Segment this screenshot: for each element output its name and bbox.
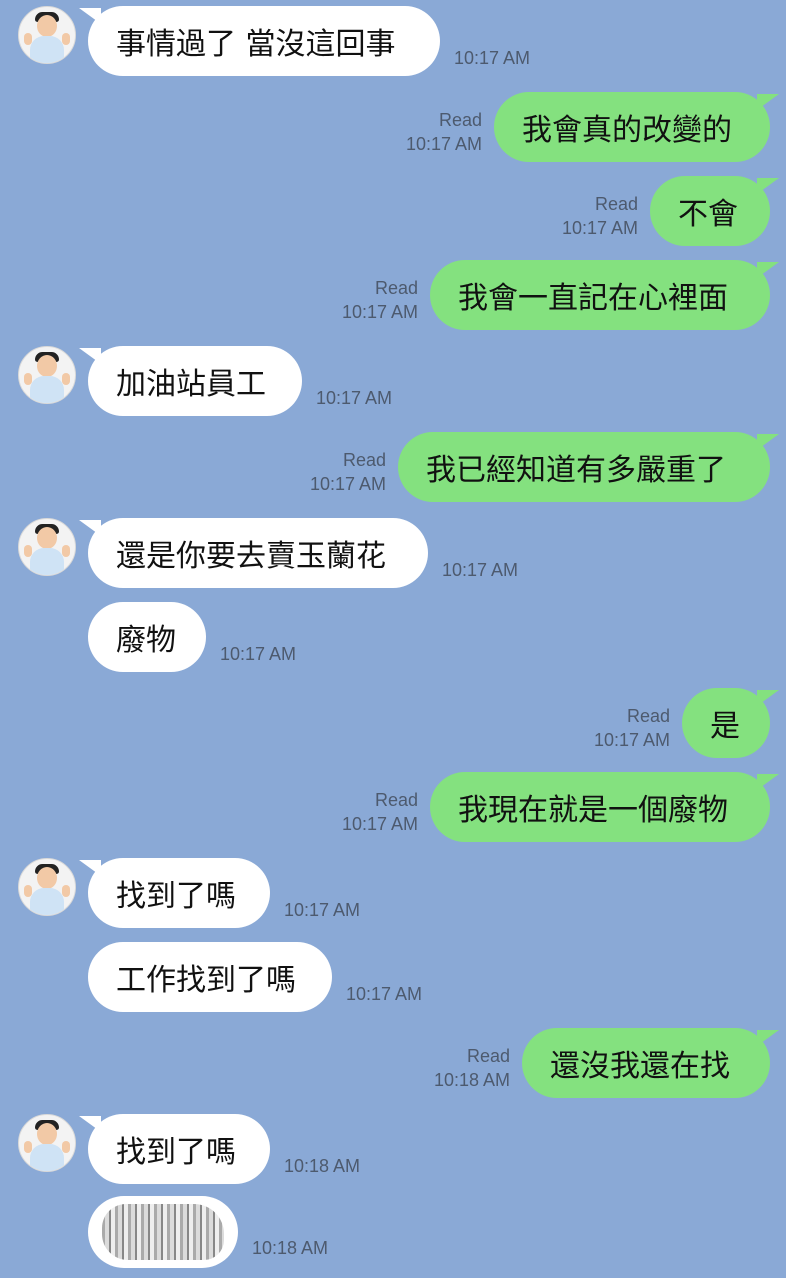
avatar-head	[37, 15, 57, 37]
message-text: 廢物	[116, 623, 176, 658]
message-meta: 10:18 AM	[252, 1236, 328, 1260]
message-meta: 10:18 AM	[284, 1154, 360, 1178]
message-meta: Read 10:17 AM	[342, 276, 418, 324]
message-time: 10:17 AM	[593, 730, 670, 750]
avatar[interactable]	[18, 1114, 76, 1172]
avatar-head	[37, 527, 57, 549]
message-meta: Read 10:17 AM	[594, 704, 670, 752]
incoming-message-bubble[interactable]: 工作找到了嗎	[88, 942, 332, 1012]
avatar-head	[37, 867, 57, 889]
message-time: 10:18 AM	[433, 1070, 510, 1090]
message-meta: Read 10:17 AM	[342, 788, 418, 836]
thumbs-up-icon	[24, 33, 32, 45]
message-text: 加油站員工	[116, 367, 266, 402]
avatar-head	[37, 1123, 57, 1145]
thumbs-up-icon	[24, 373, 32, 385]
read-receipt: Read	[438, 110, 482, 130]
message-text: 事情過了 當沒這回事	[116, 27, 396, 62]
outgoing-message-bubble[interactable]: 不會	[650, 176, 779, 246]
message-text: 我會一直記在心裡面	[458, 281, 728, 316]
read-receipt: Read	[342, 450, 386, 470]
message-text: 還是你要去賣玉蘭花	[116, 539, 386, 574]
message-meta: Read 10:17 AM	[310, 448, 386, 496]
thumbs-up-icon	[24, 1141, 32, 1153]
incoming-message-bubble[interactable]: 加油站員工	[79, 346, 302, 416]
read-receipt: Read	[374, 790, 418, 810]
message-text: 工作找到了嗎	[116, 963, 296, 998]
message-text: 我會真的改變的	[522, 113, 732, 148]
thumbs-up-icon	[62, 545, 70, 557]
image-message[interactable]	[88, 1196, 238, 1268]
incoming-message-bubble[interactable]: 事情過了 當沒這回事	[79, 6, 440, 76]
message-meta: 10:17 AM	[454, 46, 530, 70]
blurred-photo	[102, 1204, 224, 1260]
message-time: 10:17 AM	[316, 388, 393, 408]
avatar-body	[30, 36, 64, 63]
avatar[interactable]	[18, 518, 76, 576]
message-time: 10:17 AM	[346, 984, 423, 1004]
thumbs-up-icon	[62, 1141, 70, 1153]
thumbs-up-icon	[24, 885, 32, 897]
message-time: 10:17 AM	[341, 302, 418, 322]
message-text: 我現在就是一個廢物	[458, 793, 728, 828]
outgoing-message-bubble[interactable]: 還沒我還在找	[522, 1028, 779, 1098]
read-receipt: Read	[594, 194, 638, 214]
message-text: 是	[710, 709, 740, 744]
message-meta: 10:17 AM	[220, 642, 296, 666]
message-text: 還沒我還在找	[550, 1049, 730, 1084]
avatar[interactable]	[18, 346, 76, 404]
incoming-message-bubble[interactable]: 找到了嗎	[79, 1114, 270, 1184]
thumbs-up-icon	[62, 33, 70, 45]
message-meta: 10:17 AM	[316, 386, 392, 410]
message-time: 10:17 AM	[284, 900, 361, 920]
message-time: 10:18 AM	[284, 1156, 361, 1176]
incoming-message-bubble[interactable]: 廢物	[88, 602, 206, 672]
message-text: 找到了嗎	[116, 879, 236, 914]
message-text: 我已經知道有多嚴重了	[426, 453, 726, 488]
avatar-body	[30, 548, 64, 575]
message-time: 10:18 AM	[252, 1238, 329, 1258]
message-time: 10:17 AM	[309, 474, 386, 494]
avatar-body	[30, 888, 64, 915]
message-meta: 10:17 AM	[442, 558, 518, 582]
message-meta: Read 10:18 AM	[434, 1044, 510, 1092]
message-time: 10:17 AM	[454, 48, 531, 68]
thumbs-up-icon	[24, 545, 32, 557]
message-time: 10:17 AM	[561, 218, 638, 238]
chat-area[interactable]: 事情過了 當沒這回事 10:17 AM 我會真的改變的 Read 10:17 AM 不會 R…	[0, 0, 786, 1278]
message-meta: 10:17 AM	[346, 982, 422, 1006]
avatar[interactable]	[18, 6, 76, 64]
message-time: 10:17 AM	[442, 560, 519, 580]
message-time: 10:17 AM	[405, 134, 482, 154]
avatar-body	[30, 376, 64, 403]
read-receipt: Read	[626, 706, 670, 726]
message-text: 不會	[678, 197, 738, 232]
incoming-message-bubble[interactable]: 還是你要去賣玉蘭花	[79, 518, 428, 588]
message-time: 10:17 AM	[220, 644, 297, 664]
incoming-message-bubble[interactable]: 找到了嗎	[79, 858, 270, 928]
read-receipt: Read	[466, 1046, 510, 1066]
read-receipt: Read	[374, 278, 418, 298]
outgoing-message-bubble[interactable]: 我已經知道有多嚴重了	[398, 432, 779, 502]
message-meta: 10:17 AM	[284, 898, 360, 922]
outgoing-message-bubble[interactable]: 我會一直記在心裡面	[430, 260, 779, 330]
message-time: 10:17 AM	[341, 814, 418, 834]
avatar[interactable]	[18, 858, 76, 916]
outgoing-message-bubble[interactable]: 是	[682, 688, 779, 758]
outgoing-message-bubble[interactable]: 我會真的改變的	[494, 92, 779, 162]
message-text: 找到了嗎	[116, 1135, 236, 1170]
message-meta: Read 10:17 AM	[562, 192, 638, 240]
thumbs-up-icon	[62, 885, 70, 897]
thumbs-up-icon	[62, 373, 70, 385]
outgoing-message-bubble[interactable]: 我現在就是一個廢物	[430, 772, 779, 842]
message-meta: Read 10:17 AM	[406, 108, 482, 156]
avatar-body	[30, 1144, 64, 1171]
avatar-head	[37, 355, 57, 377]
